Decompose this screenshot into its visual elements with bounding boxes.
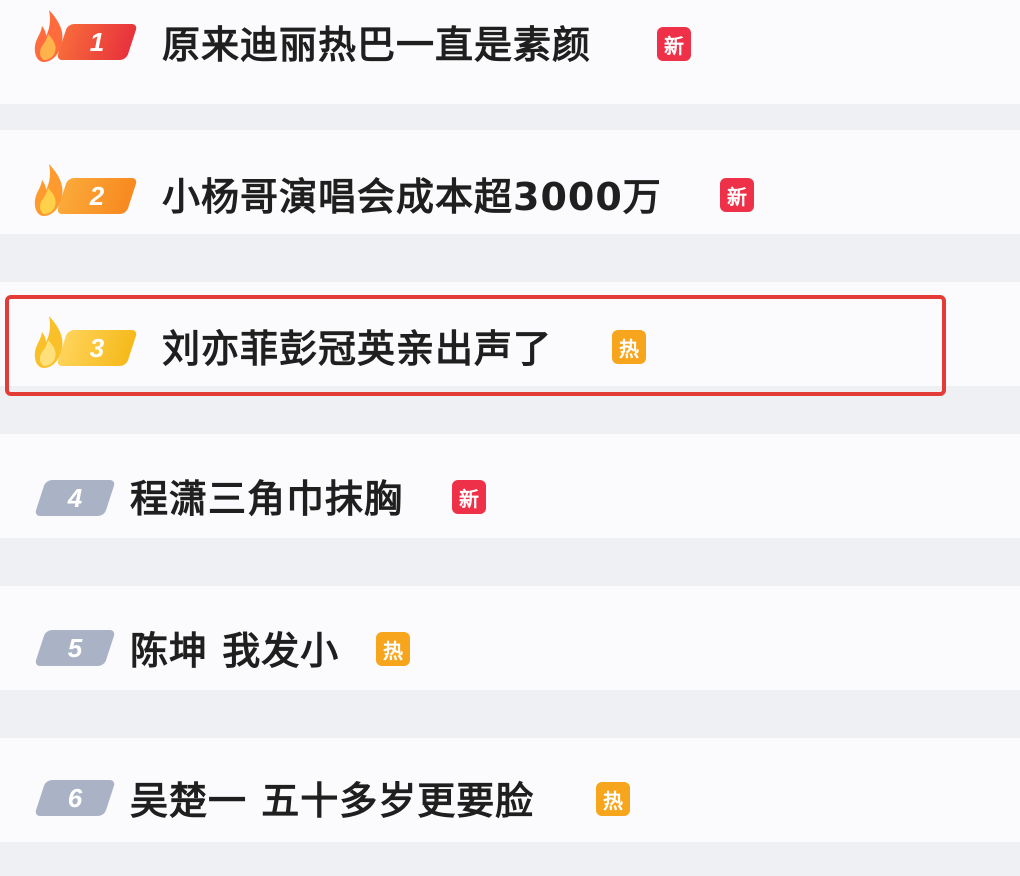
list-item[interactable]: 1 原来迪丽热巴一直是素颜 新 <box>0 0 1020 104</box>
rank-badge: 6 <box>34 780 116 816</box>
item-title[interactable]: 小杨哥演唱会成本超3000万 <box>162 178 662 216</box>
hot-tag: 热 <box>612 330 646 364</box>
item-title[interactable]: 陈坤 我发小 <box>130 632 339 670</box>
rank-badge: 5 <box>34 630 116 666</box>
item-title[interactable]: 刘亦菲彭冠英亲出声了 <box>162 330 552 368</box>
item-title[interactable]: 原来迪丽热巴一直是素颜 <box>162 26 591 64</box>
new-tag: 新 <box>657 27 691 61</box>
rank-badge: 3 <box>56 330 138 366</box>
item-title[interactable]: 程潇三角巾抹胸 <box>130 480 403 518</box>
rank-badge: 4 <box>34 480 116 516</box>
list-item[interactable]: 3 刘亦菲彭冠英亲出声了 热 <box>0 282 1020 386</box>
list-item[interactable]: 6 吴楚一 五十多岁更要脸 热 <box>0 738 1020 842</box>
new-tag: 新 <box>452 480 486 514</box>
new-tag: 新 <box>720 178 754 212</box>
list-item[interactable]: 4 程潇三角巾抹胸 新 <box>0 434 1020 538</box>
list-item[interactable]: 2 小杨哥演唱会成本超3000万 新 <box>0 130 1020 234</box>
hot-tag: 热 <box>376 632 410 666</box>
rank-badge: 2 <box>56 178 138 214</box>
hot-search-list: 1 原来迪丽热巴一直是素颜 新 2 小杨哥演唱会成本超3000万 新 3 刘亦菲… <box>0 0 1020 876</box>
rank-badge: 1 <box>56 24 138 60</box>
item-title[interactable]: 吴楚一 五十多岁更要脸 <box>130 782 534 820</box>
hot-tag: 热 <box>596 782 630 816</box>
list-item[interactable]: 5 陈坤 我发小 热 <box>0 586 1020 690</box>
